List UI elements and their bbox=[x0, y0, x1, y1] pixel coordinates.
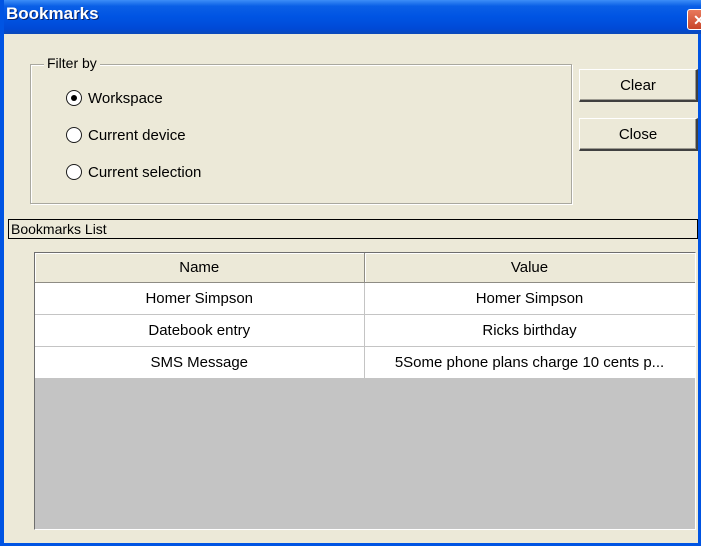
radio-label: Workspace bbox=[88, 89, 163, 107]
radio-button-icon[interactable] bbox=[66, 164, 82, 180]
cell-value[interactable]: Ricks birthday bbox=[364, 314, 695, 347]
title-bar[interactable]: Bookmarks ✕ bbox=[4, 0, 701, 34]
cell-value[interactable]: 5Some phone plans charge 10 cents p... bbox=[364, 346, 695, 379]
bookmarks-grid[interactable]: Name Value Homer Simpson Homer Simpson D… bbox=[34, 252, 696, 530]
radio-workspace[interactable]: Workspace bbox=[66, 87, 163, 109]
cell-value[interactable]: Homer Simpson bbox=[364, 282, 695, 315]
cell-name[interactable]: SMS Message bbox=[35, 346, 365, 379]
close-button[interactable]: Close bbox=[579, 118, 698, 151]
table-row[interactable]: SMS Message 5Some phone plans charge 10 … bbox=[35, 346, 695, 379]
radio-label: Current device bbox=[88, 126, 186, 144]
bookmarks-list-title: Bookmarks List bbox=[8, 219, 698, 239]
radio-button-icon[interactable] bbox=[66, 90, 82, 106]
table-row[interactable]: Datebook entry Ricks birthday bbox=[35, 314, 695, 347]
cell-name[interactable]: Homer Simpson bbox=[35, 282, 365, 315]
radio-label: Current selection bbox=[88, 163, 202, 181]
radio-button-icon[interactable] bbox=[66, 127, 82, 143]
window-title: Bookmarks bbox=[6, 4, 99, 23]
table-row[interactable]: Homer Simpson Homer Simpson bbox=[35, 282, 695, 315]
column-header-name[interactable]: Name bbox=[35, 253, 365, 283]
radio-current-device[interactable]: Current device bbox=[66, 124, 186, 146]
column-header-value[interactable]: Value bbox=[364, 253, 695, 283]
close-window-icon[interactable]: ✕ bbox=[687, 9, 701, 30]
clear-button[interactable]: Clear bbox=[579, 69, 698, 102]
bookmarks-dialog: Bookmarks ✕ Filter by Workspace Current … bbox=[0, 0, 701, 546]
radio-current-selection[interactable]: Current selection bbox=[66, 161, 201, 183]
filter-legend: Filter by bbox=[44, 55, 100, 71]
cell-name[interactable]: Datebook entry bbox=[35, 314, 365, 347]
